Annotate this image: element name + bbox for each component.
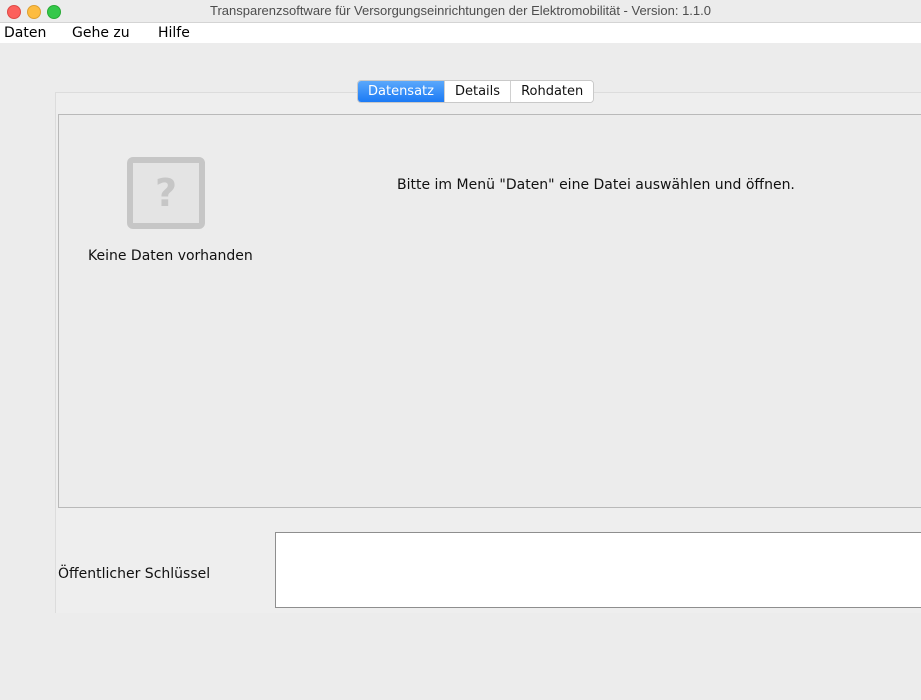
menu-daten[interactable]: Daten — [4, 23, 46, 43]
open-file-hint: Bitte im Menü "Daten" eine Datei auswähl… — [397, 177, 795, 193]
no-data-label: Keine Daten vorhanden — [88, 248, 253, 264]
menu-hilfe[interactable]: Hilfe — [158, 23, 190, 43]
public-key-field[interactable] — [275, 532, 921, 608]
menu-bar: Daten Gehe zu Hilfe — [0, 23, 921, 43]
svg-text:?: ? — [155, 171, 177, 215]
tab-bar: Datensatz Details Rohdaten — [357, 80, 595, 103]
question-mark-icon: ? — [127, 157, 205, 229]
public-key-label: Öffentlicher Schlüssel — [58, 566, 211, 582]
title-bar: Transparenzsoftware für Versorgungseinri… — [0, 0, 921, 23]
tab-details[interactable]: Details — [443, 81, 511, 102]
window-title: Transparenzsoftware für Versorgungseinri… — [209, 3, 711, 18]
tab-datensatz[interactable]: Datensatz — [358, 81, 444, 102]
menu-gehe-zu[interactable]: Gehe zu — [72, 23, 130, 43]
tab-rohdaten[interactable]: Rohdaten — [510, 81, 594, 102]
